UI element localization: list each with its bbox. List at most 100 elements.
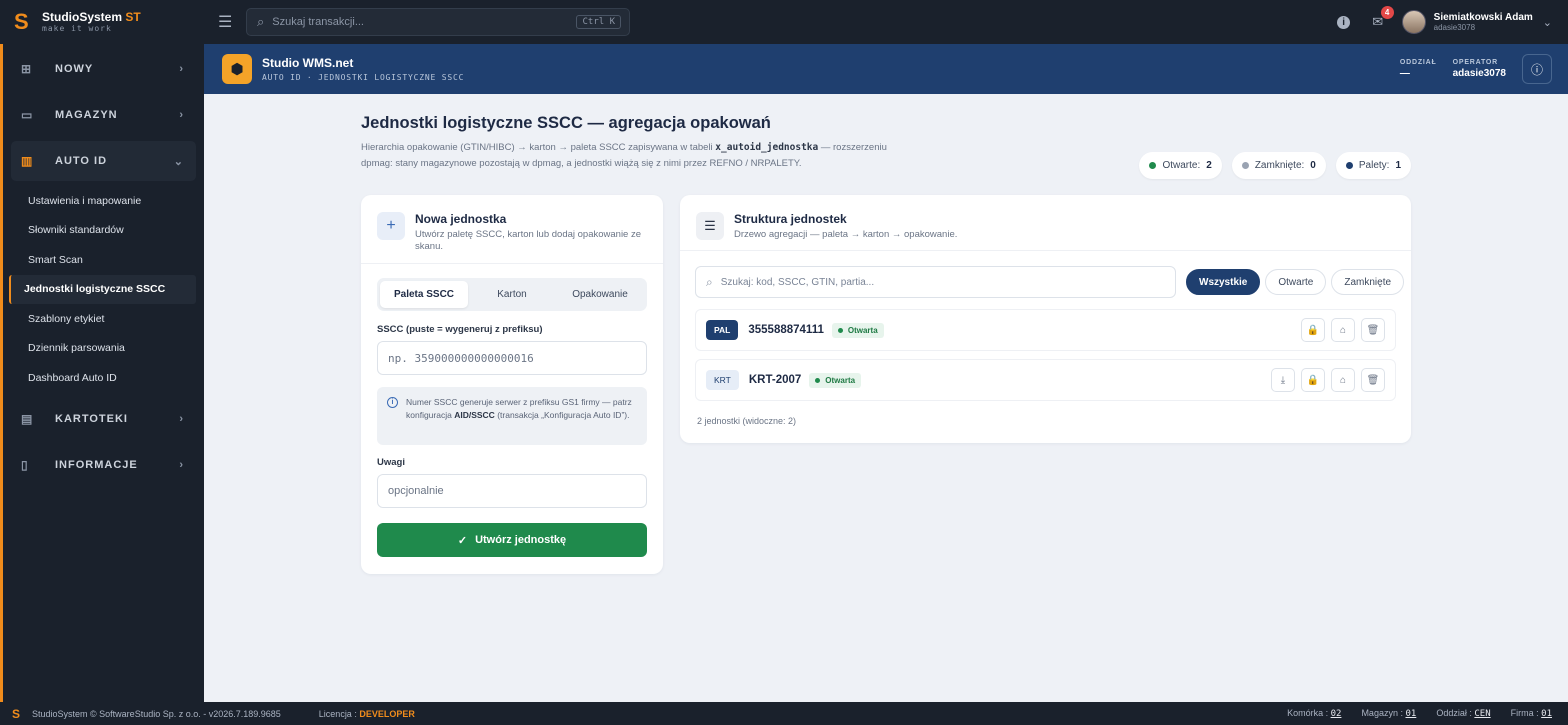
- unit-type-tag: KRT: [706, 370, 739, 390]
- tab-paleta-sscc[interactable]: Paleta SSCC: [380, 281, 468, 308]
- status-dot: [1345, 162, 1353, 169]
- chevron-down-icon: ⌄: [173, 155, 184, 168]
- user-menu[interactable]: Siemiatkowski Adam adasie3078: [1434, 12, 1533, 32]
- units-count: 2 jednostki (widoczne: 2): [697, 416, 797, 426]
- copyright: StudioSystem © SoftwareStudio Sp. z o.o.…: [32, 708, 281, 719]
- tab-karton[interactable]: Karton: [468, 281, 556, 308]
- unit-row[interactable]: PAL 355588874111 Otwarta 🔒 ⌂ 🗑: [695, 309, 1396, 351]
- barcode-icon: ▥: [21, 154, 34, 168]
- plus-icon: +: [377, 212, 405, 240]
- sscc-input[interactable]: [377, 341, 647, 375]
- unit-search-input[interactable]: [720, 276, 1165, 288]
- notes-input[interactable]: [377, 474, 647, 508]
- firma-info[interactable]: Firma : 01: [1511, 708, 1552, 719]
- shelf-icon: ▭: [21, 108, 34, 122]
- sidebar-item-jednostki-sscc[interactable]: Jednostki logistyczne SSCC: [9, 274, 196, 304]
- stat-chip-zamkniete: Zamknięte: 0: [1231, 152, 1326, 179]
- operator-field: OPERATOR adasie3078: [1452, 59, 1506, 79]
- page-title: Jednostki logistyczne SSCC — agregacja o…: [361, 114, 771, 132]
- sidebar-group-informacje[interactable]: ▯ INFORMACJE ›: [11, 445, 196, 485]
- avatar[interactable]: [1401, 10, 1426, 34]
- sidebar-group-auto-id[interactable]: ▥ AUTO ID ⌄: [11, 141, 196, 181]
- label-tag-icon[interactable]: ⌂: [1331, 318, 1355, 342]
- chevron-right-icon: ›: [179, 109, 184, 121]
- search-shortcut: Ctrl K: [576, 15, 621, 29]
- filter-otwarte[interactable]: Otwarte: [1265, 269, 1327, 295]
- search-icon: ⌕: [706, 274, 713, 289]
- menu-collapse-icon[interactable]: ☰: [218, 12, 234, 32]
- unit-code: 355588874111: [748, 324, 824, 336]
- status-dot: [1241, 162, 1249, 169]
- document-icon: ▯: [21, 457, 29, 472]
- sidebar-item-dziennik[interactable]: Dziennik parsowania: [9, 334, 196, 364]
- sidebar: ⊞ NOWY › ▭ MAGAZYN › ▥ AUTO ID ⌄ Ustawie…: [0, 44, 204, 702]
- label-tag-icon[interactable]: ⌂: [1331, 368, 1355, 392]
- notes-label: Uwagi: [377, 457, 405, 468]
- unit-search[interactable]: ⌕: [695, 266, 1176, 298]
- status-dot: [1149, 162, 1157, 169]
- unit-type-selector: Paleta SSCC Karton Opakowanie: [377, 278, 647, 311]
- studiosystem-logo-icon: S: [12, 706, 21, 721]
- page-description: Hierarchia opakowanie (GTIN/HIBC) → kart…: [361, 142, 887, 169]
- chevron-right-icon: ›: [179, 458, 184, 471]
- stat-chip-palety: Palety: 1: [1335, 152, 1411, 179]
- sidebar-item-smart-scan[interactable]: Smart Scan: [9, 245, 196, 275]
- komorka-info[interactable]: Komórka : 02: [1287, 708, 1341, 719]
- list-box-icon: ▤: [21, 411, 34, 426]
- notification-badge: 4: [1380, 6, 1394, 19]
- stats-chips: Otwarte: 2 Zamknięte: 0 Palety: 1: [1139, 152, 1411, 179]
- status-badge: Otwarta: [809, 372, 862, 388]
- new-unit-subtitle: Utwórz paletę SSCC, karton lub dodaj opa…: [415, 229, 642, 252]
- delete-icon[interactable]: 🗑: [1361, 318, 1385, 342]
- brand-tagline: make it work: [42, 24, 112, 33]
- sidebar-group-magazyn[interactable]: ▭ MAGAZYN ›: [11, 95, 196, 135]
- brand-name: StudioSystem ST: [42, 10, 141, 24]
- status-bar: S StudioSystem © SoftwareStudio Sp. z o.…: [0, 702, 1568, 725]
- tab-opakowanie[interactable]: Opakowanie: [556, 281, 644, 308]
- sidebar-group-kartoteki[interactable]: ▤ KARTOTEKI ›: [11, 399, 196, 439]
- info-icon: i: [387, 397, 398, 408]
- mail-icon[interactable]: ✉ 4: [1368, 6, 1394, 32]
- structure-title: Struktura jednostek: [734, 212, 847, 226]
- sidebar-item-ustawienia[interactable]: Ustawienia i mapowanie: [9, 186, 196, 216]
- top-bar: S StudioSystem ST make it work ☰ ⌕ Ctrl …: [0, 0, 1568, 44]
- module-breadcrumb: AUTO ID · JEDNOSTKI LOGISTYCZNE SSCC: [262, 73, 465, 82]
- transaction-search-input[interactable]: [272, 16, 577, 28]
- brand[interactable]: S StudioSystem ST make it work: [0, 0, 204, 44]
- plus-square-icon: ⊞: [21, 62, 33, 76]
- sidebar-item-szablony[interactable]: Szablony etykiet: [9, 304, 196, 334]
- unit-type-tag: PAL: [706, 320, 739, 340]
- module-header: ⬢ Studio WMS.net AUTO ID · JEDNOSTKI LOG…: [204, 44, 1568, 94]
- sscc-info-note: i Numer SSCC generuje serwer z prefiksu …: [377, 387, 647, 445]
- delete-icon[interactable]: 🗑: [1361, 368, 1385, 392]
- search-icon: ⌕: [257, 14, 265, 29]
- create-unit-button[interactable]: ✓ Utwórz jednostkę: [377, 523, 647, 557]
- filter-wszystkie[interactable]: Wszystkie: [1186, 269, 1261, 295]
- structure-subtitle: Drzewo agregacji — paleta → karton → opa…: [734, 229, 958, 240]
- download-icon[interactable]: ⤓: [1271, 368, 1295, 392]
- sidebar-item-slowniki[interactable]: Słowniki standardów: [9, 216, 196, 246]
- module-title: Studio WMS.net: [262, 56, 354, 70]
- chevron-right-icon: ›: [179, 63, 184, 75]
- user-login: adasie3078: [1433, 23, 1476, 32]
- magazyn-info[interactable]: Magazyn : 01: [1361, 708, 1416, 719]
- filter-zamkniete[interactable]: Zamknięte: [1331, 269, 1405, 295]
- lock-icon[interactable]: 🔒: [1301, 318, 1325, 342]
- unit-row[interactable]: KRT KRT-2007 Otwarta ⤓ 🔒 ⌂ 🗑: [695, 359, 1396, 401]
- sidebar-item-dashboard[interactable]: Dashboard Auto ID: [9, 363, 196, 393]
- status-badge: Otwarta: [831, 322, 884, 338]
- sidebar-group-nowy[interactable]: ⊞ NOWY ›: [11, 49, 196, 89]
- info-button[interactable]: ⓘ: [1522, 54, 1552, 84]
- sscc-label: SSCC (puste = wygeneruj z prefiksu): [377, 324, 543, 335]
- transaction-search[interactable]: ⌕ Ctrl K: [246, 8, 630, 36]
- license-info: Licencja : DEVELOPER: [318, 708, 415, 719]
- package-icon: ⬢: [222, 54, 252, 84]
- info-icon[interactable]: i: [1334, 12, 1354, 32]
- chevron-down-icon[interactable]: ⌄: [1543, 16, 1552, 29]
- chevron-right-icon: ›: [179, 412, 184, 425]
- oddzial-info[interactable]: Oddział : CEN: [1436, 708, 1490, 719]
- oddzial-field: ODDZIAŁ —: [1399, 59, 1437, 79]
- user-name: Siemiatkowski Adam: [1433, 12, 1533, 23]
- lock-icon[interactable]: 🔒: [1301, 368, 1325, 392]
- list-icon: ☰: [696, 212, 724, 240]
